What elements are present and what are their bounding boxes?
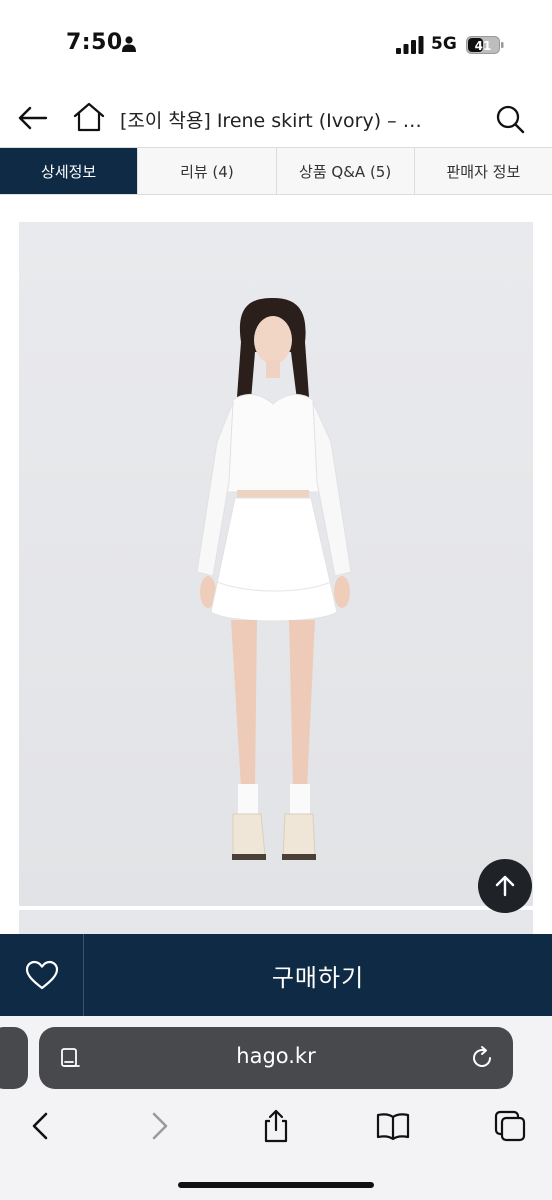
model-figure-illustration: [19, 222, 533, 906]
scroll-to-top-button[interactable]: [478, 859, 532, 913]
top-nav-header: [조이 착용] Irene skirt (Ivory) – …: [0, 92, 552, 144]
bookmarks-icon: [376, 1113, 410, 1141]
detail-tabs: 상세정보 리뷰 (4) 상품 Q&A (5) 판매자 정보: [0, 147, 552, 195]
page: 7:50 5G 41 [조이 착용] Irene skirt (Ivory) –…: [0, 0, 552, 1200]
wishlist-button[interactable]: [0, 934, 84, 1016]
reload-icon[interactable]: [469, 1045, 495, 1071]
home-button[interactable]: [70, 98, 108, 136]
battery-icon: 41: [466, 36, 504, 54]
back-button[interactable]: [14, 100, 52, 136]
previous-tab-stub[interactable]: [0, 1027, 28, 1089]
person-icon: [122, 36, 136, 52]
arrow-up-icon: [495, 875, 515, 897]
battery-level: 41: [475, 39, 492, 53]
product-photo: [19, 222, 533, 906]
search-button[interactable]: [490, 100, 530, 138]
purchase-bar: 구매하기: [0, 934, 552, 1016]
tab-qna[interactable]: 상품 Q&A (5): [276, 148, 415, 194]
search-icon: [496, 105, 525, 134]
network-label: 5G: [431, 34, 457, 54]
tab-seller-info[interactable]: 판매자 정보: [414, 148, 552, 194]
bookmarks-button[interactable]: [370, 1104, 416, 1148]
browser-back-button[interactable]: [17, 1104, 63, 1148]
back-arrow-icon: [18, 106, 48, 130]
url-text: hago.kr: [236, 1044, 316, 1068]
tabs-button[interactable]: [487, 1104, 533, 1148]
heart-icon: [25, 960, 58, 990]
home-indicator: [178, 1182, 374, 1188]
status-bar: 7:50 5G 41: [0, 0, 552, 90]
home-icon: [73, 102, 105, 132]
buy-button[interactable]: 구매하기: [84, 934, 552, 1016]
tabs-icon: [494, 1110, 526, 1142]
browser-forward-button[interactable]: [137, 1104, 183, 1148]
status-time: 7:50: [66, 30, 123, 55]
browser-toolbar: [0, 1100, 552, 1150]
signal-icon: [396, 36, 424, 54]
address-bar[interactable]: hago.kr: [39, 1027, 513, 1089]
share-icon: [264, 1109, 288, 1143]
tab-details[interactable]: 상세정보: [0, 148, 139, 194]
tab-reviews[interactable]: 리뷰 (4): [138, 148, 277, 194]
page-title: [조이 착용] Irene skirt (Ivory) – …: [120, 110, 422, 132]
back-icon: [32, 1112, 48, 1140]
share-button[interactable]: [253, 1104, 299, 1148]
forward-icon: [152, 1112, 168, 1140]
